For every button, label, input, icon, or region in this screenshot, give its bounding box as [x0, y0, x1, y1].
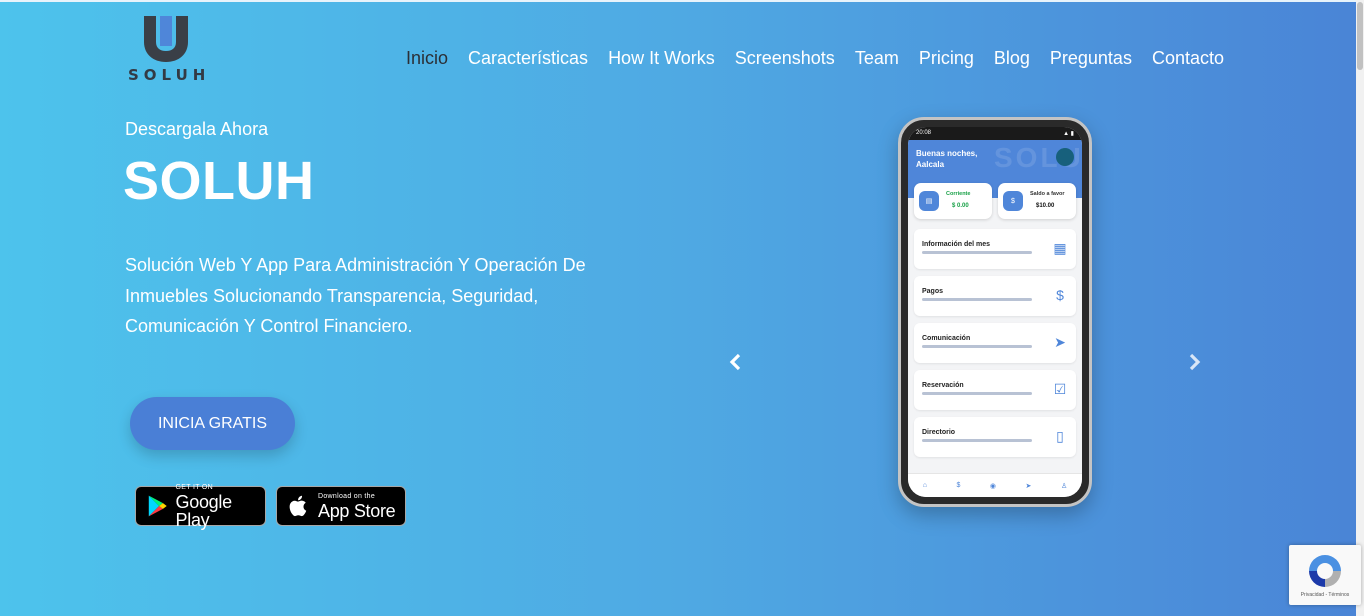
- page-scrollbar[interactable]: [1356, 0, 1364, 616]
- balance-label: Corriente: [946, 191, 971, 197]
- app-store-text: App Store: [318, 500, 396, 521]
- dollar-icon: $: [1003, 191, 1023, 211]
- app-tab-bar: ⌂ $ ◉ ➤ ♙: [908, 473, 1082, 497]
- google-play-badge[interactable]: GET IT ON Google Play: [135, 483, 266, 530]
- avatar[interactable]: [1056, 148, 1074, 166]
- menu-item-label: Reservación: [922, 382, 964, 389]
- app-menu: Información del mes ▦ Pagos $ Comunicaci…: [914, 229, 1076, 464]
- send-icon: ➤: [1054, 333, 1066, 350]
- google-play-text: Google Play: [175, 491, 233, 530]
- calendar-icon: ▦: [1053, 239, 1067, 256]
- alert-icon[interactable]: ◉: [990, 482, 996, 490]
- hero-eyebrow: Descargala Ahora: [125, 119, 269, 139]
- apple-icon: [289, 495, 307, 517]
- brand-name: SOLUH: [128, 66, 211, 84]
- menu-item-label: Comunicación: [922, 335, 971, 342]
- chevron-left-icon[interactable]: [724, 350, 748, 374]
- start-free-button[interactable]: INICIA GRATIS: [130, 397, 295, 450]
- app-store-small-text: Download on the: [318, 492, 376, 500]
- nav-item-how-it-works[interactable]: How It Works: [608, 48, 715, 69]
- menu-item-comunicacion[interactable]: Comunicación ➤: [914, 323, 1076, 363]
- top-border: [0, 0, 1364, 2]
- app-greeting: Buenas noches, Aalcala: [916, 149, 978, 169]
- status-icons: ▲ ▮: [1063, 131, 1074, 137]
- menu-item-informacion[interactable]: Información del mes ▦: [914, 229, 1076, 269]
- menu-item-label: Pagos: [922, 288, 944, 295]
- balance-value: $10.00: [1036, 203, 1055, 209]
- dollar-icon[interactable]: $: [957, 482, 961, 489]
- wallet-icon: ▤: [919, 191, 939, 211]
- menu-item-directorio[interactable]: Directorio ▯: [914, 417, 1076, 457]
- menu-item-label: Información del mes: [922, 241, 991, 248]
- user-icon[interactable]: ♙: [1061, 482, 1067, 490]
- hero-title: SOLUH: [123, 151, 315, 211]
- recaptcha-badge[interactable]: Privacidad - Términos: [1289, 545, 1361, 605]
- recaptcha-icon: [1309, 555, 1341, 587]
- balance-card-credit[interactable]: $ Saldo a favor $10.00: [998, 183, 1076, 219]
- balance-cards: ▤ Corriente $ 0.00 $ Saldo a favor $10.0…: [914, 183, 1076, 219]
- recaptcha-links[interactable]: Privacidad - Términos: [1289, 592, 1361, 598]
- nav-item-contacto[interactable]: Contacto: [1152, 48, 1224, 69]
- menu-item-label: Directorio: [922, 429, 956, 436]
- google-play-small-text: GET IT ON: [175, 483, 213, 491]
- nav-item-screenshots[interactable]: Screenshots: [735, 48, 835, 69]
- book-icon: ▯: [1056, 427, 1064, 444]
- send-icon[interactable]: ➤: [1026, 482, 1032, 490]
- balance-label: Saldo a favor: [1030, 191, 1065, 197]
- main-nav: Inicio Características How It Works Scre…: [406, 48, 1224, 69]
- home-icon[interactable]: ⌂: [923, 482, 927, 489]
- menu-item-pagos[interactable]: Pagos $: [914, 276, 1076, 316]
- checkbox-icon: ☑: [1053, 380, 1067, 397]
- phone-screen: 20:08 ▲ ▮ SOLUH Buenas noches, Aalcala ▤…: [908, 127, 1082, 497]
- nav-item-caracteristicas[interactable]: Características: [468, 48, 588, 69]
- chevron-right-icon[interactable]: [1182, 350, 1206, 374]
- nav-item-preguntas[interactable]: Preguntas: [1050, 48, 1132, 69]
- nav-item-blog[interactable]: Blog: [994, 48, 1030, 69]
- nav-item-pricing[interactable]: Pricing: [919, 48, 974, 69]
- google-play-icon: [148, 495, 167, 517]
- dollar-icon: $: [1056, 287, 1064, 303]
- scrollbar-thumb[interactable]: [1357, 2, 1363, 70]
- menu-item-reservacion[interactable]: Reservación ☑: [914, 370, 1076, 410]
- brand-logo[interactable]: SOLUH: [124, 14, 208, 86]
- nav-item-team[interactable]: Team: [855, 48, 899, 69]
- app-store-badge[interactable]: Download on the App Store: [276, 486, 406, 526]
- status-time: 20:08: [916, 130, 932, 136]
- hero-description: Solución Web Y App Para Administración Y…: [125, 255, 586, 336]
- phone-status-bar: 20:08 ▲ ▮: [908, 127, 1082, 140]
- u-shield-logo-icon: [144, 16, 188, 62]
- nav-item-inicio[interactable]: Inicio: [406, 48, 448, 69]
- balance-card-current[interactable]: ▤ Corriente $ 0.00: [914, 183, 992, 219]
- balance-value: $ 0.00: [952, 203, 969, 209]
- phone-mockup: 20:08 ▲ ▮ SOLUH Buenas noches, Aalcala ▤…: [898, 117, 1092, 507]
